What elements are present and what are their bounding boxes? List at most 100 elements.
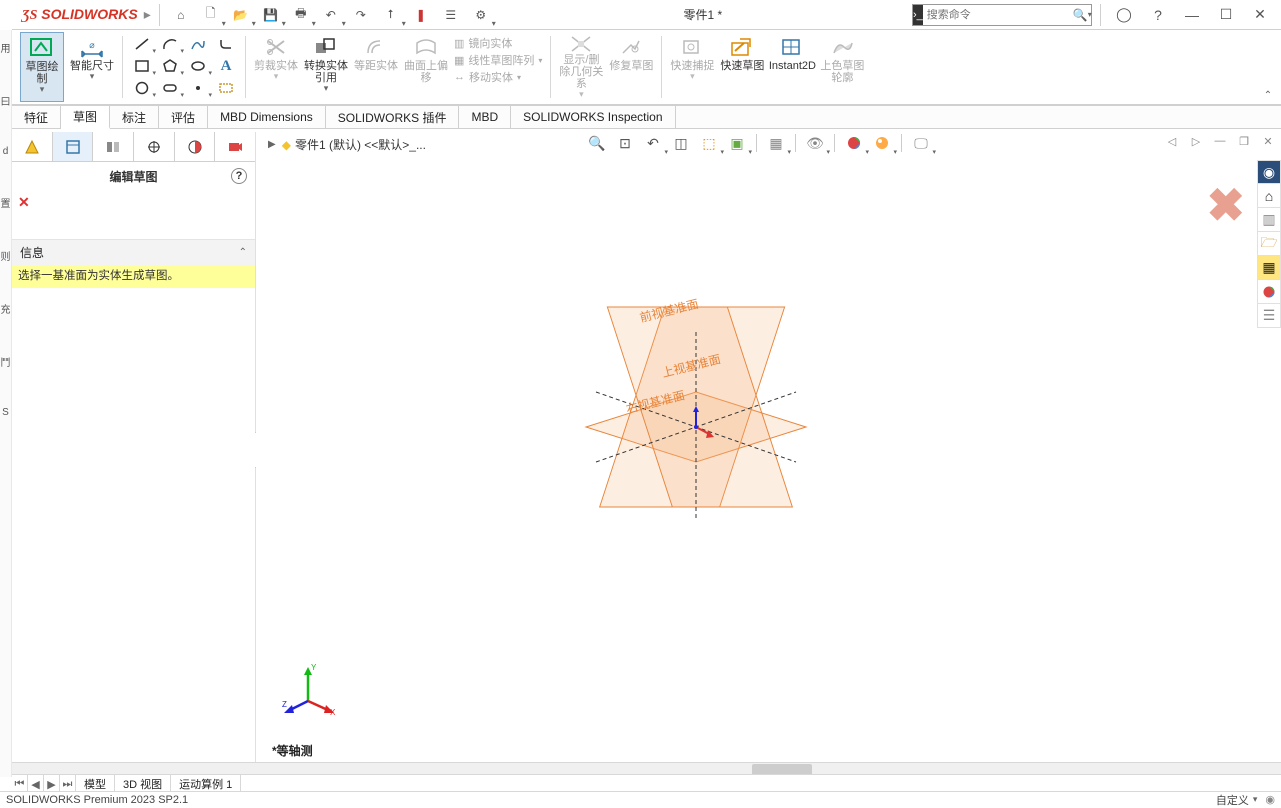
line-tool-icon[interactable] bbox=[131, 34, 153, 54]
convert-entities-label: 转换实体引用 bbox=[304, 60, 348, 84]
smart-dimension-button[interactable]: ⌀ 智能尺寸 ▾ bbox=[70, 32, 114, 102]
save-icon[interactable]: 💾 bbox=[258, 2, 284, 28]
redo-icon[interactable]: ↷ bbox=[348, 2, 374, 28]
app-logo-text: SOLIDWORKS bbox=[41, 6, 137, 22]
point-tool-icon[interactable] bbox=[187, 78, 209, 98]
eye-icon[interactable]: 👁 bbox=[804, 132, 826, 154]
ellipse-tool-icon[interactable] bbox=[187, 56, 209, 76]
new-file-icon[interactable]: 🗋 bbox=[198, 2, 224, 28]
fillet-tool-icon[interactable] bbox=[215, 34, 237, 54]
tab-addins[interactable]: SOLIDWORKS 插件 bbox=[326, 106, 460, 128]
command-manager-tabs: 特征 草图 标注 评估 MBD Dimensions SOLIDWORKS 插件… bbox=[12, 105, 1281, 129]
design-library-icon[interactable]: ⌂ bbox=[1257, 184, 1281, 208]
tab-inspection[interactable]: SOLIDWORKS Inspection bbox=[511, 106, 675, 128]
pm-tab-feature-tree[interactable] bbox=[12, 132, 53, 161]
rect-tool-icon[interactable] bbox=[131, 56, 153, 76]
view-orientation-name: *等轴测 bbox=[272, 742, 313, 759]
view-orientation-icon[interactable]: ⬚ bbox=[698, 132, 720, 154]
work-area: 编辑草图 ? ✕ 信息 ⌃ 选择一基准面为实体生成草图。 ▶ ◆ 零件1 (默认… bbox=[12, 132, 1281, 777]
command-search[interactable]: ›_ 🔍 ▾ bbox=[912, 4, 1092, 26]
home-icon[interactable]: ⌂ bbox=[168, 2, 194, 28]
breadcrumb-text[interactable]: 零件1 (默认) <<默认>_... bbox=[295, 136, 426, 153]
display-delete-relations-button: 显示/删除几何关系▾ bbox=[559, 32, 603, 102]
orientation-triad[interactable]: Y X Z bbox=[280, 661, 336, 717]
tab-mbd[interactable]: MBD bbox=[459, 106, 511, 128]
instant2d-button[interactable]: Instant2D bbox=[770, 32, 814, 102]
doc-restore-icon[interactable]: ❐ bbox=[1235, 132, 1253, 150]
tab-sketch[interactable]: 草图 bbox=[61, 106, 110, 129]
doc-minimize-icon[interactable]: — bbox=[1211, 132, 1229, 150]
maximize-button[interactable]: ☐ bbox=[1211, 2, 1241, 28]
forum-icon[interactable]: ☰ bbox=[1257, 304, 1281, 328]
user-icon[interactable]: ◯ bbox=[1109, 2, 1139, 28]
slot-tool-icon[interactable] bbox=[159, 78, 181, 98]
prev-view-icon[interactable]: ↶ bbox=[642, 132, 664, 154]
quick-snap-button: 快速捕捉▾ bbox=[670, 32, 714, 102]
spline-tool-icon[interactable] bbox=[187, 34, 209, 54]
status-custom-label[interactable]: 自定义 bbox=[1216, 792, 1249, 808]
view-settings-icon[interactable]: 🖵 bbox=[910, 132, 932, 154]
reference-planes-viz: 前视基准面 上视基准面 右视基准面 bbox=[536, 272, 856, 532]
zoom-to-fit-icon[interactable]: 🔍 bbox=[586, 132, 608, 154]
pm-tab-config-mgr[interactable] bbox=[93, 132, 134, 161]
minimize-button[interactable]: — bbox=[1177, 2, 1207, 28]
logo-dropdown-icon[interactable]: ▸ bbox=[144, 6, 151, 23]
search-prefix-icon: ›_ bbox=[913, 5, 923, 25]
doc-next-icon[interactable]: ▷ bbox=[1187, 132, 1205, 150]
status-extra-icon[interactable]: ◉ bbox=[1265, 793, 1275, 806]
trim-icon bbox=[262, 34, 290, 60]
hide-show-icon[interactable]: ▦ bbox=[765, 132, 787, 154]
pm-tab-property-mgr[interactable] bbox=[53, 132, 94, 161]
appearances-icon[interactable]: ▦ bbox=[1257, 256, 1281, 280]
tab-feature[interactable]: 特征 bbox=[12, 106, 61, 128]
offset-on-surface-icon bbox=[412, 34, 440, 60]
repair-icon bbox=[617, 34, 645, 60]
close-button[interactable]: ✕ bbox=[1245, 2, 1275, 28]
apply-scene-icon[interactable] bbox=[871, 132, 893, 154]
tab-annotate[interactable]: 标注 bbox=[110, 106, 159, 128]
pm-tab-dimxpert[interactable] bbox=[134, 132, 175, 161]
tab-evaluate[interactable]: 评估 bbox=[159, 106, 208, 128]
settings-gear-icon[interactable]: ⚙ bbox=[468, 2, 494, 28]
rebuild-icon[interactable]: ❚ bbox=[408, 2, 434, 28]
custom-props-icon[interactable] bbox=[1257, 280, 1281, 304]
pm-info-header[interactable]: 信息 ⌃ bbox=[12, 239, 255, 265]
zoom-area-icon[interactable]: ⊡ bbox=[614, 132, 636, 154]
doc-close-icon[interactable]: ✕ bbox=[1259, 132, 1277, 150]
section-view-icon[interactable]: ◫ bbox=[670, 132, 692, 154]
sketch-draw-button[interactable]: 草图绘制 ▾ bbox=[20, 32, 64, 102]
open-file-icon[interactable]: 📂 bbox=[228, 2, 254, 28]
select-icon[interactable]: ⭡ bbox=[378, 2, 404, 28]
pm-tab-cam[interactable] bbox=[215, 132, 255, 161]
convert-entities-button[interactable]: 转换实体引用▾ bbox=[304, 32, 348, 102]
ribbon-collapse-icon[interactable]: ⌃ bbox=[1261, 88, 1275, 102]
graphics-area[interactable]: ▶ ◆ 零件1 (默认) <<默认>_... 🔍 ⊡ ↶ ◫ ⬚ ▣ ▦ 👁 🖵… bbox=[256, 132, 1281, 777]
help-icon[interactable]: ? bbox=[1143, 2, 1173, 28]
options-list-icon[interactable]: ☰ bbox=[438, 2, 464, 28]
undo-icon[interactable]: ↶ bbox=[318, 2, 344, 28]
pm-cancel-button[interactable]: ✕ bbox=[12, 190, 255, 215]
circle-tool-icon[interactable] bbox=[131, 78, 153, 98]
file-explorer-icon[interactable]: ▥ bbox=[1257, 208, 1281, 232]
search-dropdown-icon[interactable]: ▾ bbox=[1088, 10, 1092, 19]
edit-appearance-icon[interactable] bbox=[843, 132, 865, 154]
rapid-sketch-button[interactable]: 快速草图 bbox=[720, 32, 764, 102]
pm-tab-display-mgr[interactable] bbox=[175, 132, 216, 161]
polygon-tool-icon[interactable] bbox=[159, 56, 181, 76]
print-icon[interactable]: 🖶 bbox=[288, 2, 314, 28]
search-icon[interactable]: 🔍 bbox=[1073, 8, 1088, 22]
status-dropdown-icon[interactable]: ▾ bbox=[1253, 794, 1258, 805]
pm-title: 编辑草图 bbox=[109, 168, 157, 185]
view-palette-icon[interactable]: 🗁 bbox=[1257, 232, 1281, 256]
text-tool-icon[interactable]: A bbox=[215, 56, 237, 76]
pm-help-icon[interactable]: ? bbox=[231, 168, 247, 184]
arc-tool-icon[interactable] bbox=[159, 34, 181, 54]
sw-resources-icon[interactable]: ◉ bbox=[1257, 160, 1281, 184]
tab-mbd-dimensions[interactable]: MBD Dimensions bbox=[208, 106, 326, 128]
breadcrumb-expand-icon[interactable]: ▶ bbox=[266, 139, 278, 150]
plane-tool-icon[interactable] bbox=[215, 78, 237, 98]
doc-prev-icon[interactable]: ◁ bbox=[1163, 132, 1181, 150]
display-style-icon[interactable]: ▣ bbox=[726, 132, 748, 154]
repair-sketch-button: 修复草图 bbox=[609, 32, 653, 102]
search-input[interactable] bbox=[923, 9, 1073, 21]
